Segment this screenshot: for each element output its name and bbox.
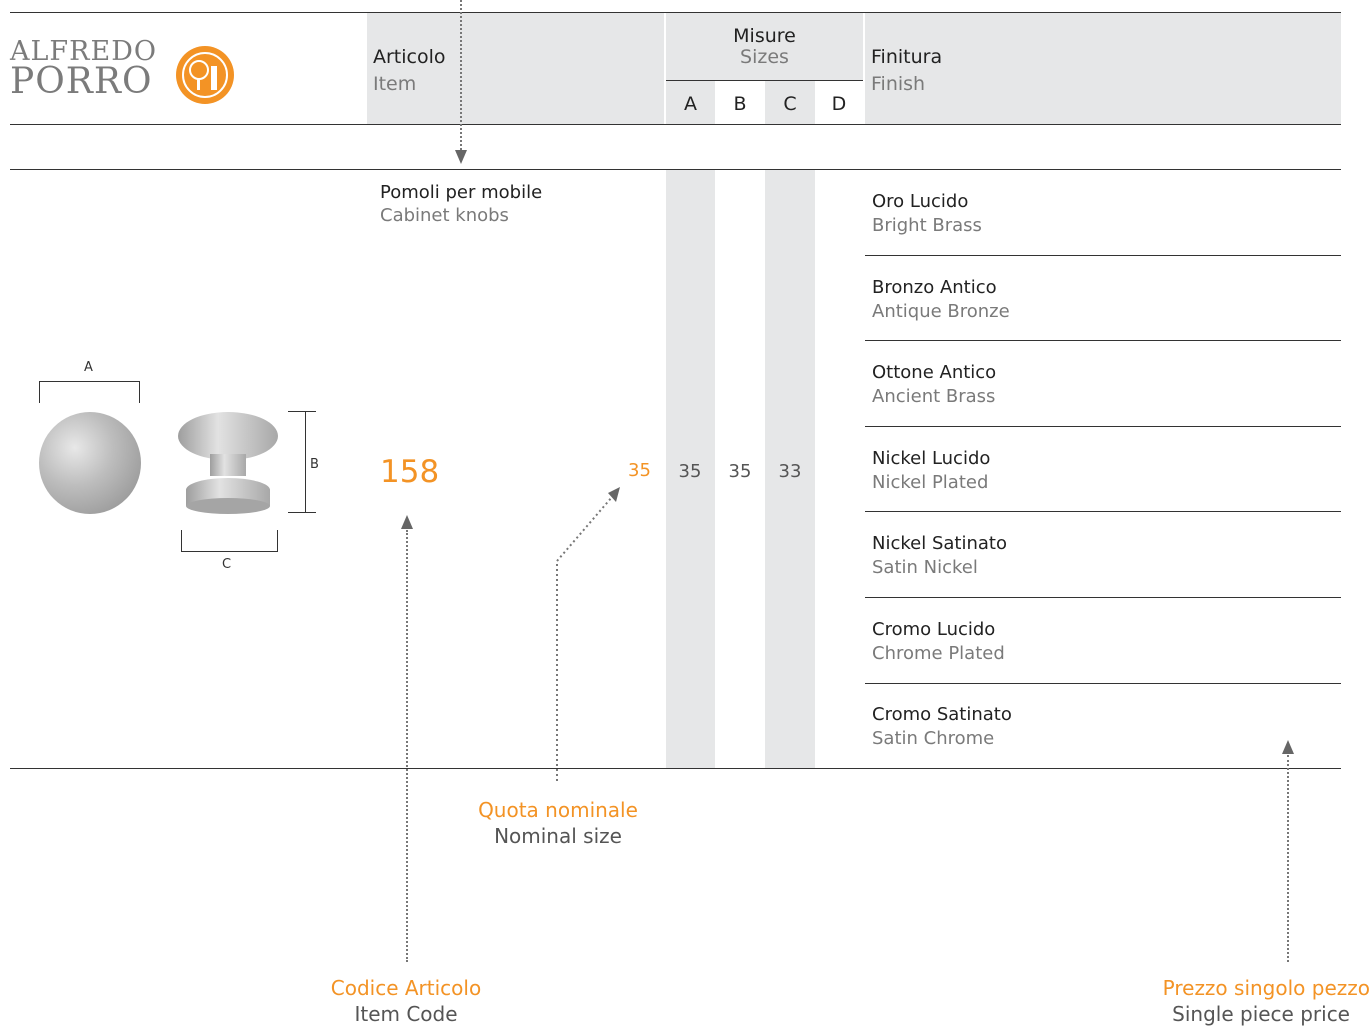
price-note-it: Prezzo singolo pezzo xyxy=(1162,976,1370,1000)
nominal-size-note-en: Nominal size xyxy=(494,824,622,848)
dim-b-line xyxy=(288,411,316,513)
nominal-size-note-it: Quota nominale xyxy=(478,798,638,822)
header-bottom-rule xyxy=(10,124,1341,125)
sizes-divider xyxy=(666,80,863,81)
header-finish-it: Finitura xyxy=(871,46,943,68)
header-item-en: Item xyxy=(373,73,417,95)
finish-item: Cromo Satinato Satin Chrome xyxy=(872,704,1012,749)
item-code-pointer-line xyxy=(406,530,408,962)
finish-divider xyxy=(865,255,1341,256)
finish-item: Oro Lucido Bright Brass xyxy=(872,191,982,236)
finish-it: Oro Lucido xyxy=(872,191,969,212)
dim-a-label: A xyxy=(84,360,93,375)
finish-en: Nickel Plated xyxy=(872,472,989,493)
price-note: Prezzo singolo pezzo Single piece price xyxy=(1140,976,1370,1026)
nominal-size-note: Quota nominale Nominal size xyxy=(458,798,658,848)
finish-en: Satin Chrome xyxy=(872,728,995,749)
size-value-a: 35 xyxy=(678,461,702,482)
item-code-note-en: Item Code xyxy=(354,1002,458,1026)
finish-item: Nickel Lucido Nickel Plated xyxy=(872,448,990,493)
dim-c-label: C xyxy=(222,557,232,572)
dim-a-line xyxy=(39,381,140,403)
brand-tree-icon xyxy=(174,44,236,110)
item-code-note: Codice Articolo Item Code xyxy=(296,976,516,1026)
finish-it: Nickel Lucido xyxy=(872,448,991,469)
header-sizes: Misure Sizes xyxy=(666,25,863,68)
finish-en: Antique Bronze xyxy=(872,301,1010,322)
knob-side-view xyxy=(176,410,282,524)
price-pointer-line xyxy=(1287,755,1289,962)
top-pointer-arrow xyxy=(455,150,467,164)
finish-divider xyxy=(865,511,1341,512)
finish-item: Bronzo Antico Antique Bronze xyxy=(872,277,1010,322)
header-finish-en: Finish xyxy=(871,73,926,95)
finish-it: Bronzo Antico xyxy=(872,277,997,298)
price-note-en: Single piece price xyxy=(1172,1002,1350,1026)
size-col-a: A xyxy=(684,93,697,115)
nominal-size: 35 xyxy=(628,460,651,481)
finish-it: Cromo Lucido xyxy=(872,619,996,640)
finish-item: Ottone Antico Ancient Brass xyxy=(872,362,996,407)
finish-item: Nickel Satinato Satin Nickel xyxy=(872,533,1007,578)
product-type-en: Cabinet knobs xyxy=(380,205,509,226)
finish-it: Cromo Satinato xyxy=(872,704,1012,725)
header-sizes-it: Misure xyxy=(733,25,796,47)
finish-it: Nickel Satinato xyxy=(872,533,1007,554)
size-col-c: C xyxy=(783,93,797,115)
finish-en: Ancient Brass xyxy=(872,386,996,407)
section-bottom-rule xyxy=(10,768,1341,769)
price-arrow xyxy=(1282,740,1294,754)
size-value-c: 33 xyxy=(778,461,802,482)
nominal-pointer xyxy=(556,487,620,781)
finish-divider xyxy=(865,683,1341,684)
size-col-d: D xyxy=(831,93,847,115)
finish-en: Chrome Plated xyxy=(872,643,1005,664)
size-col-b: B xyxy=(733,93,747,115)
product-type: Pomoli per mobile Cabinet knobs xyxy=(380,182,542,226)
header-finish: Finitura Finish xyxy=(871,46,942,95)
finish-divider xyxy=(865,340,1341,341)
finish-en: Bright Brass xyxy=(872,215,982,236)
top-pointer-line xyxy=(460,0,462,150)
brand-logo: ALFREDO PORRO xyxy=(10,38,157,102)
dim-c-line xyxy=(181,530,278,552)
knob-front-view xyxy=(38,410,144,520)
finish-en: Satin Nickel xyxy=(872,557,978,578)
header-sizes-en: Sizes xyxy=(740,46,789,68)
finish-item: Cromo Lucido Chrome Plated xyxy=(872,619,1005,664)
size-value-b: 35 xyxy=(728,461,752,482)
brand-name-line2: PORRO xyxy=(10,61,153,102)
item-code-note-it: Codice Articolo xyxy=(330,976,482,1000)
item-code-arrow xyxy=(401,515,413,529)
item-code: 158 xyxy=(380,454,440,490)
product-type-it: Pomoli per mobile xyxy=(380,182,543,203)
header-item-it: Articolo xyxy=(373,46,446,68)
header-item: Articolo Item xyxy=(373,46,446,95)
finish-divider xyxy=(865,426,1341,427)
finish-divider xyxy=(865,597,1341,598)
finish-it: Ottone Antico xyxy=(872,362,997,383)
